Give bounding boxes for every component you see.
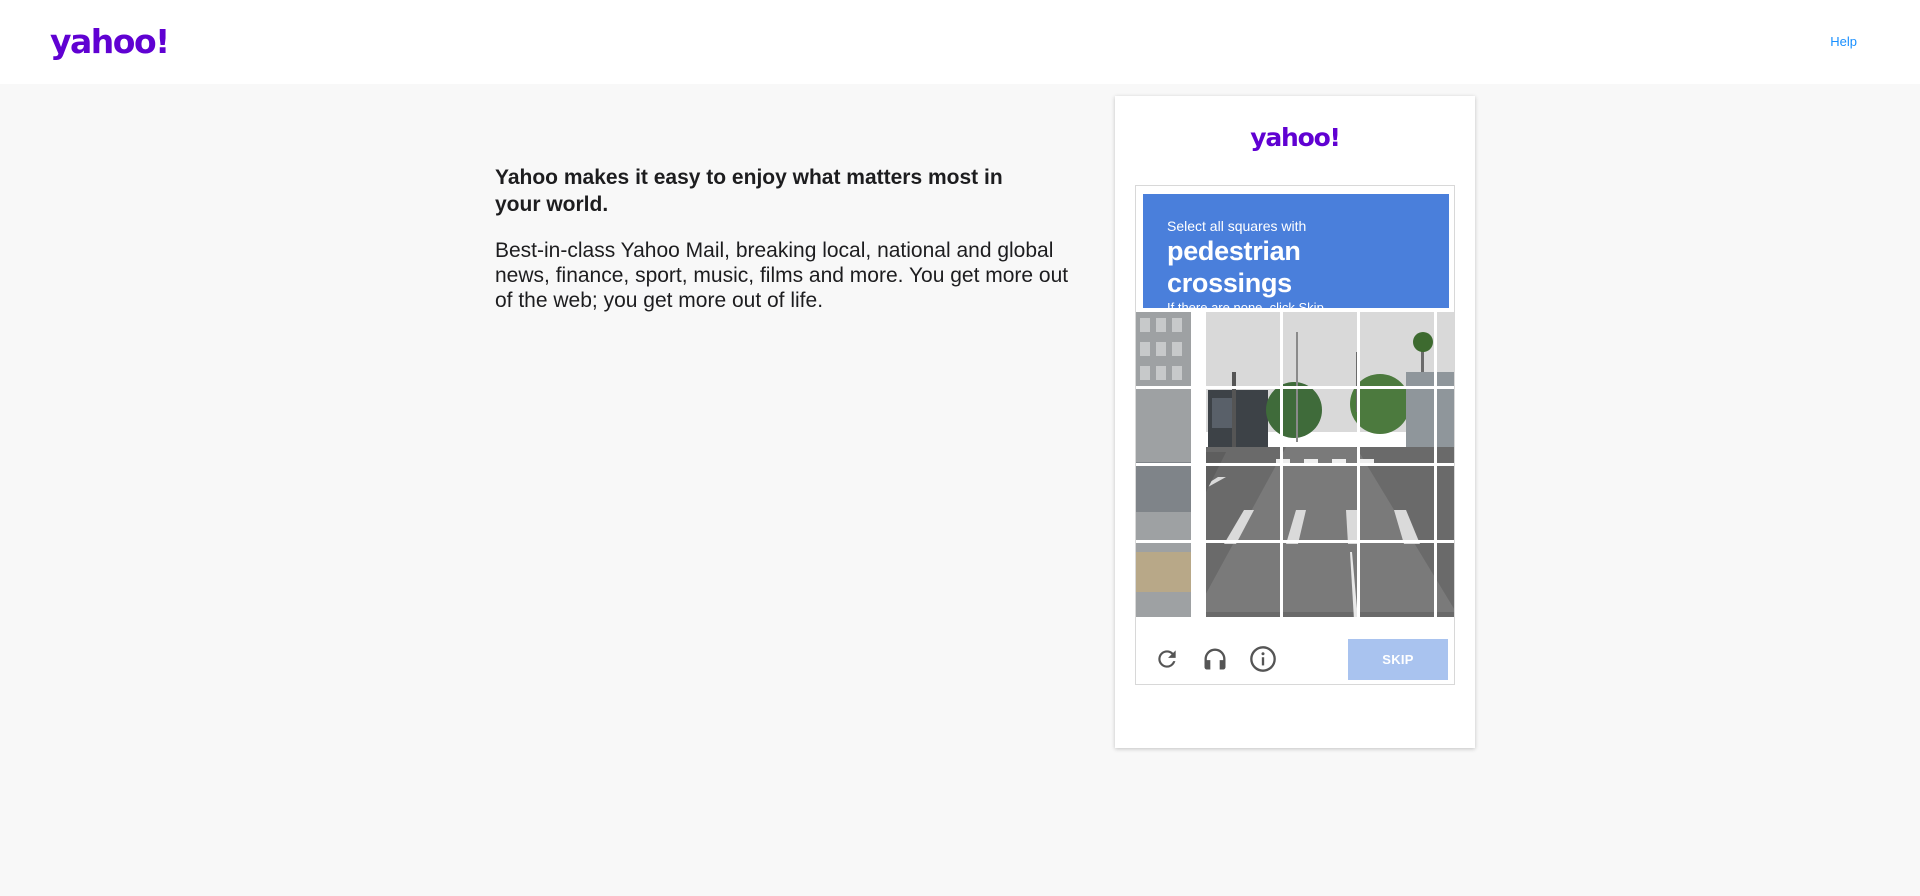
captcha-instruction-top: Select all squares with (1167, 218, 1307, 234)
help-link[interactable]: Help (1830, 34, 1857, 49)
captcha-target: pedestrian crossings (1167, 236, 1301, 298)
captcha-tile[interactable] (1206, 389, 1280, 463)
captcha-tile[interactable] (1360, 312, 1434, 386)
street-scene-image (1136, 389, 1191, 463)
promo-section: Yahoo makes it easy to enjoy what matter… (495, 164, 1085, 313)
street-scene-image (1283, 389, 1357, 463)
street-scene-image (1360, 543, 1434, 617)
captcha-tile[interactable] (1437, 466, 1454, 540)
info-button[interactable] (1248, 644, 1278, 674)
captcha-tile[interactable] (1206, 312, 1280, 386)
street-scene-image (1206, 312, 1280, 386)
street-scene-image (1437, 312, 1454, 386)
captcha-card: yahoo! Select all squares with pedestria… (1115, 96, 1475, 748)
street-scene-image (1206, 466, 1280, 540)
info-icon (1250, 646, 1276, 672)
captcha-tile[interactable] (1136, 312, 1191, 386)
top-bar: yahoo! Help (0, 0, 1920, 84)
captcha-tile[interactable] (1437, 543, 1454, 617)
yahoo-logo[interactable]: yahoo! (50, 20, 170, 64)
street-scene-image (1437, 389, 1454, 463)
captcha-tile[interactable] (1136, 389, 1191, 463)
skip-button[interactable]: SKIP (1348, 639, 1448, 680)
captcha-image-grid (1136, 312, 1454, 620)
street-scene-image (1136, 312, 1191, 386)
refresh-icon (1158, 650, 1176, 668)
captcha-tile[interactable] (1437, 389, 1454, 463)
street-scene-image (1206, 389, 1280, 463)
street-scene-image (1360, 312, 1434, 386)
captcha-tile[interactable] (1136, 466, 1191, 540)
card-yahoo-logo: yahoo! (1250, 123, 1341, 152)
captcha-tile[interactable] (1283, 466, 1357, 540)
audio-challenge-button[interactable] (1200, 644, 1230, 674)
captcha-prompt: Select all squares with pedestrian cross… (1143, 194, 1449, 315)
captcha-tile[interactable] (1206, 466, 1280, 540)
captcha-tile[interactable] (1136, 543, 1191, 617)
captcha-tile[interactable] (1283, 389, 1357, 463)
street-scene-image (1360, 389, 1434, 463)
street-scene-image (1437, 466, 1454, 540)
street-scene-image (1283, 543, 1357, 617)
street-scene-image (1360, 466, 1434, 540)
captcha-tile[interactable] (1360, 466, 1434, 540)
captcha-tile[interactable] (1360, 543, 1434, 617)
captcha-tile[interactable] (1283, 312, 1357, 386)
street-scene-image (1283, 466, 1357, 540)
street-scene-image (1136, 466, 1191, 540)
captcha-tile[interactable] (1437, 312, 1454, 386)
street-scene-image (1283, 312, 1357, 386)
captcha-tile[interactable] (1283, 543, 1357, 617)
captcha-widget: Select all squares with pedestrian cross… (1135, 185, 1455, 685)
captcha-controls: SKIP (1136, 630, 1454, 684)
street-scene-image (1437, 543, 1454, 617)
refresh-button[interactable] (1152, 644, 1182, 674)
street-scene-image (1206, 543, 1280, 617)
street-scene-image (1136, 543, 1191, 617)
captcha-tile[interactable] (1360, 389, 1434, 463)
promo-heading: Yahoo makes it easy to enjoy what matter… (495, 166, 1003, 216)
promo-body: Best-in-class Yahoo Mail, breaking local… (495, 239, 1069, 312)
captcha-tile[interactable] (1206, 543, 1280, 617)
headphones-icon (1204, 648, 1226, 670)
